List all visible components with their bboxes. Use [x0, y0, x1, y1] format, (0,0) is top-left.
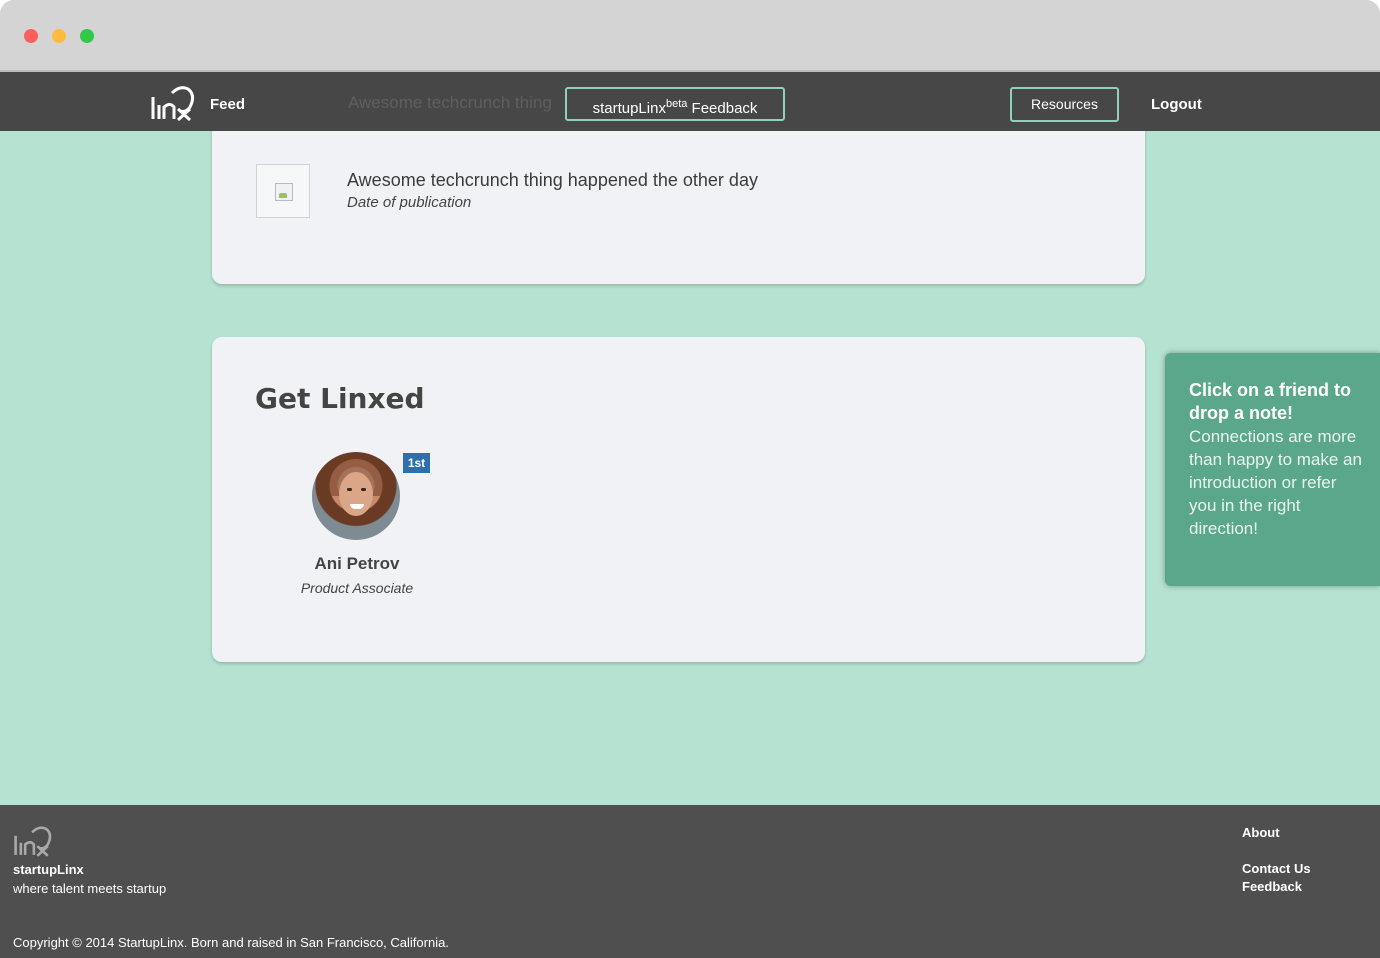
footer-brand: startupLinx [13, 862, 84, 877]
avatar-eye [347, 488, 352, 491]
connection-degree-badge: 1st [403, 453, 430, 473]
feedback-button-suffix: Feedback [687, 100, 758, 117]
linx-logo-icon[interactable] [13, 825, 53, 857]
maximize-window-button[interactable] [80, 29, 94, 43]
news-thumbnail-image[interactable] [256, 164, 310, 218]
top-navbar: Awesome techcrunch thing Feed startupLin… [0, 72, 1380, 131]
nav-feed-link[interactable]: Feed [210, 96, 245, 113]
resources-button[interactable]: Resources [1010, 87, 1119, 122]
footer: startupLinx where talent meets startup A… [0, 805, 1380, 958]
friend-card[interactable]: 1st Ani Petrov Product Associate [272, 452, 442, 612]
close-window-button[interactable] [24, 29, 38, 43]
footer-about-link[interactable]: About [1242, 825, 1280, 840]
avatar-face [339, 472, 373, 516]
tip-callout: Click on a friend to drop a note! Connec… [1165, 353, 1380, 586]
footer-contact-link[interactable]: Contact Us [1242, 861, 1311, 876]
get-linxed-card: Get Linxed 1st Ani Petrov Product Associ… [212, 337, 1145, 662]
footer-feedback-link[interactable]: Feedback [1242, 879, 1302, 894]
minimize-window-button[interactable] [52, 29, 66, 43]
feedback-button-prefix: startupLinx [592, 100, 666, 117]
news-item-title[interactable]: Awesome techcrunch thing happened the ot… [347, 170, 758, 191]
browser-window: Awesome techcrunch thing happened the ot… [0, 0, 1380, 958]
tip-text: Connections are more than happy to make … [1189, 427, 1362, 538]
avatar[interactable] [312, 452, 400, 540]
scrolled-content-ghost-text: Awesome techcrunch thing [348, 93, 552, 112]
window-titlebar [0, 0, 1380, 72]
tip-heading: Click on a friend to drop a note! [1189, 380, 1352, 423]
footer-copyright: Copyright © 2014 StartupLinx. Born and r… [13, 935, 449, 950]
section-title: Get Linxed [255, 382, 425, 415]
broken-image-icon [275, 183, 293, 201]
friend-role: Product Associate [300, 580, 414, 596]
logout-link[interactable]: Logout [1151, 96, 1202, 113]
friend-name[interactable]: Ani Petrov [272, 554, 442, 574]
feedback-button[interactable]: startupLinxbeta Feedback [565, 87, 785, 121]
news-item-date: Date of publication [347, 194, 472, 211]
footer-tagline: where talent meets startup [13, 881, 167, 896]
avatar-eye [361, 488, 366, 491]
linx-logo-icon[interactable] [150, 85, 196, 121]
feedback-button-beta: beta [665, 98, 688, 110]
